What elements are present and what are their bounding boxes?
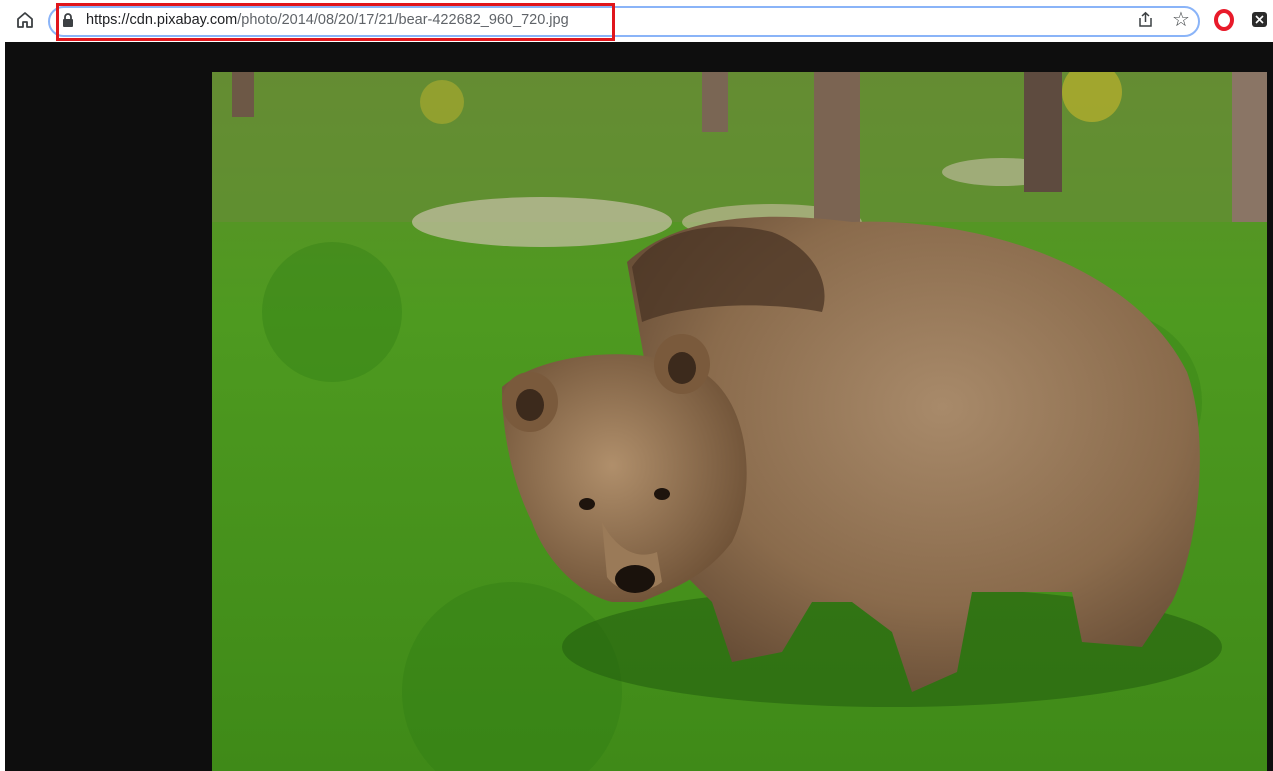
opera-icon[interactable]	[1213, 9, 1235, 31]
extension-icon[interactable]	[1252, 12, 1267, 27]
home-icon[interactable]	[14, 9, 36, 31]
share-icon[interactable]	[1137, 11, 1155, 29]
browser-toolbar: https://cdn.pixabay.com/photo/2014/08/20…	[0, 0, 1273, 42]
url-highlight-box	[56, 3, 615, 41]
bear-photo	[212, 72, 1267, 771]
star-icon[interactable]: ☆	[1170, 9, 1192, 31]
